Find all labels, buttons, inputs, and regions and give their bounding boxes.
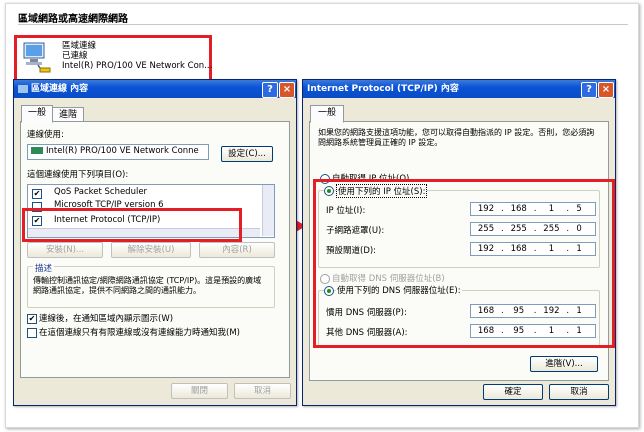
close-button[interactable]: × [279, 82, 295, 98]
cancel-button[interactable]: 取消 [234, 383, 291, 399]
connection-info: 區域連線 已連線 Intel(R) PRO/100 VE Network Con… [62, 41, 212, 71]
description-text: 傳輸控制通訊協定/網際網路通訊協定 (TCP/IP)。這是預設的廣域網路通訊協定… [33, 276, 262, 295]
left-dialog-title: 區域連線 內容 [31, 84, 89, 94]
uninstall-button[interactable]: 解除安裝(U) [111, 242, 191, 258]
ok-button[interactable]: 確定 [483, 384, 543, 400]
close-dialog-button[interactable]: 關閉 [171, 383, 228, 399]
connection-status: 已連線 [62, 51, 88, 61]
connect-using-label: 連線使用: [27, 130, 64, 140]
section-heading: 區域網路或高速網際網路 [18, 14, 128, 25]
help-button[interactable]: ? [581, 82, 597, 98]
tab-general[interactable]: 一般 [310, 105, 344, 123]
show-icon-label[interactable]: 連線後，在通知區域內顯示圖示(W) [39, 312, 173, 324]
advanced-button[interactable]: 進階(V)... [530, 356, 598, 372]
adapter-field: Intel(R) PRO/100 VE Network Conne [27, 144, 209, 160]
tcpip-highlight-box [22, 208, 242, 242]
tab-general[interactable]: 一般 [21, 105, 53, 123]
notify-label[interactable]: 在這個連線只有有限連線或沒有連線能力時通知我(M) [39, 326, 240, 338]
heading-divider [18, 24, 628, 25]
list-item-qos[interactable]: QoS Packet Scheduler [54, 186, 147, 198]
cancel-button[interactable]: 取消 [549, 384, 609, 400]
network-connection-icon[interactable] [20, 41, 56, 73]
install-button[interactable]: 安裝(N)... [27, 242, 103, 258]
connection-properties-dialog: 區域連線 內容 ? × 一般 進階 連線使用: Intel(R) PRO/100… [13, 79, 297, 406]
configure-button[interactable]: 設定(C)... [221, 146, 273, 162]
adapter-name: Intel(R) PRO/100 VE Network Conne [46, 146, 199, 156]
left-dialog-titlebar[interactable]: 區域連線 內容 [14, 80, 296, 98]
help-button[interactable]: ? [262, 82, 278, 98]
close-button[interactable]: × [598, 82, 614, 98]
ip-settings-highlight-box [313, 179, 615, 348]
connection-name: 區域連線 [62, 41, 97, 51]
network-icon [18, 84, 28, 93]
tab-advanced[interactable]: 進階 [52, 107, 84, 122]
qos-checkbox[interactable]: ✔ [32, 189, 42, 199]
description-label: 描述 [33, 262, 55, 274]
vertical-scrollbar[interactable] [262, 185, 274, 236]
notify-checkbox[interactable] [27, 328, 37, 338]
intro-text: 如果您的網路支援這項功能，您可以取得自動指派的 IP 設定。否則，您必須詢問網路… [318, 128, 595, 147]
general-panel: 連線使用: Intel(R) PRO/100 VE Network Conne … [20, 121, 290, 378]
right-dialog-titlebar[interactable]: Internet Protocol (TCP/IP) 內容 [303, 80, 615, 98]
adapter-icon [31, 147, 43, 154]
show-icon-checkbox[interactable]: ✔ [27, 314, 37, 324]
properties-button[interactable]: 內容(R) [199, 242, 275, 258]
items-label: 這個連線使用下列項目(O): [27, 170, 129, 180]
connection-adapter: Intel(R) PRO/100 VE Network Con... [62, 61, 213, 71]
